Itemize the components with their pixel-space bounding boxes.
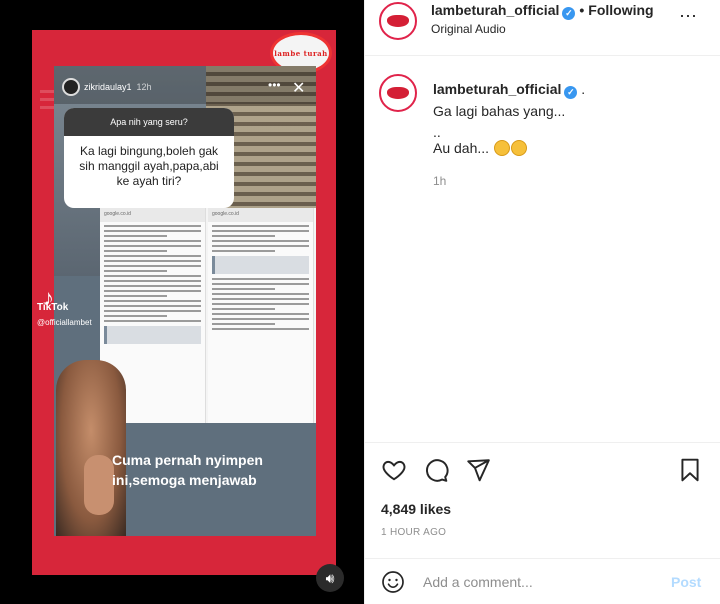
speaker-icon[interactable]: 🔊︎ [316, 564, 344, 592]
following-button[interactable]: Following [588, 2, 653, 18]
video-caption-line1: Cuma pernah nyimpen [112, 452, 263, 468]
comment-input[interactable] [423, 571, 663, 593]
share-icon[interactable] [465, 457, 491, 483]
caption-time[interactable]: 1h [433, 174, 446, 188]
comment-icon[interactable] [423, 457, 449, 483]
story-avatar [62, 78, 80, 96]
post-media[interactable]: lambe turah zikridaulay1 12h ••• ✕ Apa n… [0, 0, 364, 604]
avatar[interactable] [379, 2, 417, 40]
header-username[interactable]: lambeturah_official [431, 2, 559, 18]
emoji-picker-icon[interactable] [381, 570, 405, 594]
more-options-icon[interactable]: ⋯ [679, 6, 698, 27]
caption-line-3: Au dah... [433, 140, 527, 156]
action-bar: 4,849 likes 1 HOUR AGO [365, 442, 720, 550]
header-username-row: lambeturah_official ✓ • Following [431, 2, 654, 20]
post-caption-area: lambeturah_official ✓ . Ga lagi bahas yan… [365, 56, 720, 442]
question-header: Apa nih yang seru? [64, 108, 234, 136]
likes-count[interactable]: 4,849 likes [381, 501, 451, 517]
watermark-text: lambe turah [274, 48, 328, 58]
grinning-emoji-icon [510, 140, 527, 156]
post-header: lambeturah_official ✓ • Following Original … [365, 0, 720, 56]
more-icon: ••• [268, 78, 281, 92]
lips-logo-icon [387, 87, 409, 99]
close-icon: ✕ [292, 80, 306, 97]
username-suffix: . [581, 81, 586, 97]
thumb-up [84, 455, 114, 515]
caption-username-row: lambeturah_official ✓ . [433, 81, 585, 99]
avatar[interactable] [379, 74, 417, 112]
caption-username[interactable]: lambeturah_official [433, 81, 561, 97]
post-timestamp[interactable]: 1 HOUR AGO [381, 527, 446, 538]
caption-line: .. [433, 124, 441, 140]
comment-bar: Post [365, 558, 720, 604]
post-comment-button[interactable]: Post [671, 574, 701, 590]
caption-line: Ga lagi bahas yang... [433, 103, 566, 119]
decor-stripe [40, 98, 54, 101]
question-sticker: Apa nih yang seru? Ka lagi bingung,boleh… [64, 108, 234, 208]
article-right: google.co.id [208, 208, 314, 423]
grinning-emoji-icon [493, 140, 510, 156]
url-bar: google.co.id [100, 208, 205, 222]
lips-logo-icon [387, 15, 409, 27]
decor-stripe [40, 106, 54, 109]
verified-icon: ✓ [562, 7, 576, 20]
post-sidebar: lambeturah_official ✓ • Following Original … [364, 0, 720, 604]
video-caption-line2: ini,semoga menjawab [112, 472, 257, 488]
tiktok-label: TikTok [37, 302, 69, 313]
story-username: zikridaulay1 12h [84, 82, 152, 92]
related-banner [104, 326, 201, 344]
related-banner [212, 256, 309, 274]
separator: • [579, 2, 585, 18]
verified-icon: ✓ [564, 86, 578, 99]
audio-link[interactable]: Original Audio [431, 22, 506, 36]
question-text: Ka lagi bingung,boleh gak sih manggil ay… [79, 144, 219, 188]
article-screenshots: google.co.id google.co.id [100, 208, 316, 423]
url-bar: google.co.id [208, 208, 313, 222]
heart-icon[interactable] [381, 457, 407, 483]
tiktok-handle: @officiallambet [37, 318, 92, 327]
bookmark-icon[interactable] [677, 457, 703, 483]
decor-stripe [40, 90, 54, 93]
